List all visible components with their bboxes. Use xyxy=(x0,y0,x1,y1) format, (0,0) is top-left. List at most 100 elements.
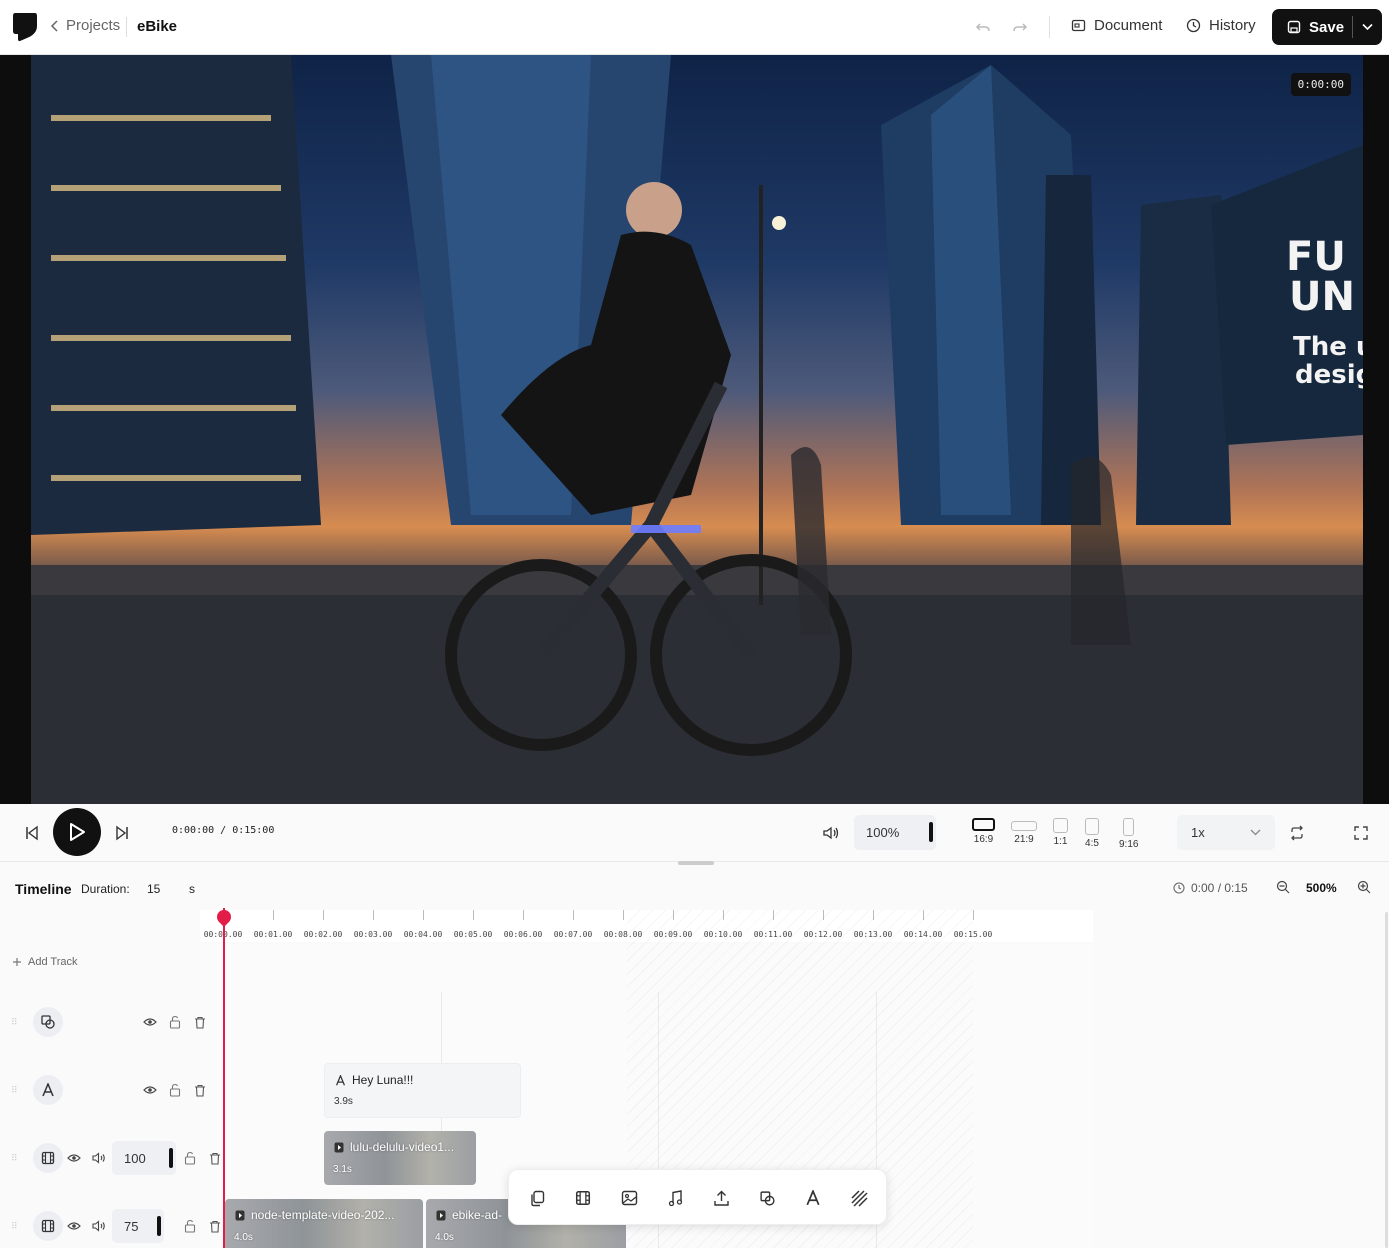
playhead-line[interactable] xyxy=(223,908,225,1248)
video-file-icon xyxy=(436,1210,446,1220)
visibility-toggle[interactable] xyxy=(66,1150,82,1166)
ruler-tick xyxy=(973,910,974,920)
eye-icon xyxy=(143,1018,157,1026)
track-volume-thumb[interactable] xyxy=(157,1216,161,1236)
ruler-tick xyxy=(523,910,524,920)
playback-time: 0:00:00 / 0:15:00 xyxy=(172,825,275,836)
track-volume-slider[interactable]: 75 xyxy=(112,1209,164,1243)
duration-unit: s xyxy=(189,882,195,896)
delete-track-button[interactable] xyxy=(192,1082,208,1098)
drag-handle-icon[interactable]: ⠿ xyxy=(11,1153,18,1164)
video-clip[interactable]: lulu-delulu-video1... 3.1s xyxy=(324,1131,476,1185)
timeline-clock: 0:00 / 0:15 xyxy=(1173,881,1248,895)
track-volume-value: 100 xyxy=(124,1150,146,1166)
drag-handle-icon[interactable]: ⠿ xyxy=(11,1221,18,1232)
add-image-button[interactable] xyxy=(618,1187,640,1209)
clip-duration: 3.9s xyxy=(334,1096,353,1107)
ruler-tick xyxy=(323,910,324,920)
clip-title: ebike-ad- xyxy=(452,1208,503,1222)
track-volume-thumb[interactable] xyxy=(169,1148,173,1168)
duration-input[interactable]: 15 xyxy=(140,877,182,901)
breadcrumb-projects-link[interactable]: Projects xyxy=(50,17,120,34)
visibility-toggle[interactable] xyxy=(142,1082,158,1098)
add-pattern-button[interactable] xyxy=(848,1187,870,1209)
loop-button[interactable] xyxy=(1285,821,1309,845)
playback-speed-select[interactable]: 1x xyxy=(1177,815,1275,850)
drag-handle-icon[interactable]: ⠿ xyxy=(11,1017,18,1028)
aspect-ratio-21-9[interactable]: 21:9 xyxy=(1011,818,1037,845)
play-button[interactable] xyxy=(53,808,101,856)
delete-track-button[interactable] xyxy=(207,1218,223,1234)
lock-toggle[interactable] xyxy=(167,1014,183,1030)
ratio-label: 4:5 xyxy=(1085,838,1099,849)
lock-open-icon xyxy=(169,1015,181,1029)
add-track-button[interactable]: Add Track xyxy=(12,956,78,968)
history-button[interactable]: History xyxy=(1186,17,1256,34)
video-stage: FU UN The u desig xyxy=(0,55,1389,804)
clip-title-row: ebike-ad- xyxy=(436,1208,502,1222)
eye-icon xyxy=(143,1086,157,1094)
volume-icon xyxy=(92,1220,105,1232)
mute-button[interactable] xyxy=(819,821,843,845)
timeline-title: Timeline xyxy=(15,881,72,897)
redo-button[interactable] xyxy=(1007,15,1033,41)
lock-toggle[interactable] xyxy=(182,1150,198,1166)
delete-track-button[interactable] xyxy=(207,1150,223,1166)
trash-icon xyxy=(195,1084,205,1097)
preview-scene-illustration: FU UN The u desig xyxy=(31,55,1363,804)
add-shape-button[interactable] xyxy=(756,1187,778,1209)
fullscreen-icon xyxy=(1354,826,1368,840)
duration-label: Duration: xyxy=(81,882,130,896)
volume-slider[interactable]: 100% xyxy=(854,815,936,850)
floppy-disk-icon xyxy=(1287,20,1301,34)
add-text-button[interactable] xyxy=(802,1187,824,1209)
video-preview[interactable]: FU UN The u desig xyxy=(31,55,1363,804)
video-clip[interactable]: node-template-video-202... 4.0s xyxy=(225,1199,423,1248)
document-label: Document xyxy=(1094,17,1163,34)
lock-toggle[interactable] xyxy=(167,1082,183,1098)
save-options-button[interactable] xyxy=(1353,23,1382,31)
track-mute-toggle[interactable] xyxy=(91,1150,107,1166)
aspect-ratio-4-5[interactable]: 4:5 xyxy=(1085,818,1099,849)
upload-button[interactable] xyxy=(710,1187,732,1209)
app-logo[interactable] xyxy=(12,12,38,42)
skip-to-start-button[interactable] xyxy=(20,821,44,845)
timeline-scrollbar[interactable] xyxy=(1385,912,1388,1248)
aspect-ratio-9-16[interactable]: 9:16 xyxy=(1119,818,1138,850)
lock-open-icon xyxy=(184,1151,196,1165)
undo-button[interactable] xyxy=(970,15,996,41)
clock-icon xyxy=(1186,18,1201,33)
add-audio-button[interactable] xyxy=(664,1187,686,1209)
ruler-tick xyxy=(373,910,374,920)
duplicate-button[interactable] xyxy=(526,1187,548,1209)
fullscreen-button[interactable] xyxy=(1349,821,1373,845)
zoom-in-button[interactable] xyxy=(1357,880,1371,899)
track-mute-toggle[interactable] xyxy=(91,1218,107,1234)
text-clip[interactable]: Hey Luna!!! 3.9s xyxy=(324,1063,521,1118)
save-button[interactable]: Save xyxy=(1272,9,1352,45)
visibility-toggle[interactable] xyxy=(66,1218,82,1234)
track-volume-slider[interactable]: 100 xyxy=(112,1141,176,1175)
eye-icon xyxy=(67,1154,81,1162)
trash-icon xyxy=(195,1016,205,1029)
skip-to-end-button[interactable] xyxy=(110,821,134,845)
visibility-toggle[interactable] xyxy=(142,1014,158,1030)
volume-icon xyxy=(823,826,839,840)
undo-icon xyxy=(975,23,990,32)
clock-icon xyxy=(1173,882,1185,894)
aspect-ratio-16-9[interactable]: 16:9 xyxy=(972,818,995,845)
document-button[interactable]: Document xyxy=(1071,17,1162,34)
play-icon xyxy=(70,823,85,841)
aspect-ratio-1-1[interactable]: 1:1 xyxy=(1053,818,1068,847)
top-bar: Projects eBike Document History Save xyxy=(0,0,1389,55)
zoom-out-button[interactable] xyxy=(1276,880,1290,899)
skip-forward-icon xyxy=(116,825,128,841)
lock-toggle[interactable] xyxy=(182,1218,198,1234)
delete-track-button[interactable] xyxy=(192,1014,208,1030)
panel-resize-handle[interactable] xyxy=(678,861,714,865)
add-video-button[interactable] xyxy=(572,1187,594,1209)
film-icon xyxy=(575,1190,591,1206)
clip-duration: 3.1s xyxy=(333,1164,352,1175)
drag-handle-icon[interactable]: ⠿ xyxy=(11,1085,18,1096)
volume-slider-thumb[interactable] xyxy=(929,822,933,842)
